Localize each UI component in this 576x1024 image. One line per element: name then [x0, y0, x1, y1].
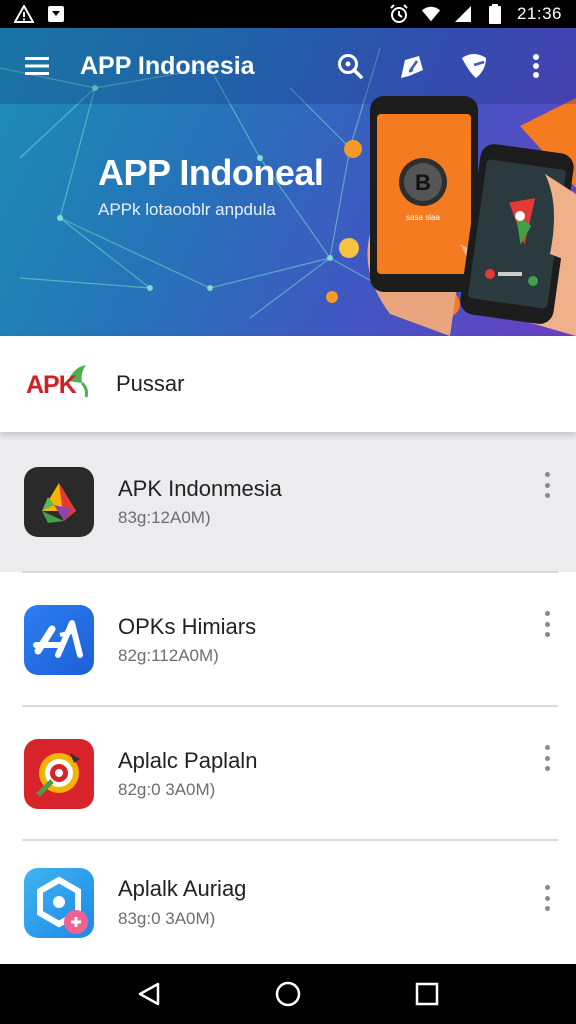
- app-size: 82g:112A0M): [118, 646, 219, 666]
- phone-caption: sasa slaa: [406, 213, 440, 222]
- notification-icon: [46, 5, 66, 23]
- app-title: APP Indonesia: [80, 51, 255, 80]
- status-time: 21:36: [516, 4, 562, 23]
- app-text: Aplalc Paplaln 82g:0 3A0M): [118, 748, 576, 800]
- search-row[interactable]: APK Pussar: [0, 336, 576, 432]
- app-name: Aplalc Paplaln: [118, 747, 258, 773]
- search-label: Pussar: [116, 371, 185, 396]
- list-item[interactable]: Aplalc Paplaln 82g:0 3A0M): [0, 707, 576, 841]
- signal-icon: [453, 5, 473, 23]
- apk-logo: APK: [24, 359, 90, 409]
- list-item[interactable]: Aplalk Auriag 83g:0 3A0M): [0, 841, 576, 964]
- app-text: OPKs Himiars 82g:112A0M): [118, 614, 576, 666]
- app-icon-appstore: [24, 605, 94, 675]
- more-vert-icon[interactable]: [536, 607, 558, 641]
- app-text: Aplalk Auriag 83g:0 3A0M): [118, 876, 576, 928]
- more-vert-icon[interactable]: [516, 46, 556, 86]
- edit-icon[interactable]: [392, 46, 432, 86]
- app-size: 82g:0 3A0M): [118, 780, 216, 800]
- status-left: [14, 5, 66, 23]
- app-size: 83g:0 3A0M): [118, 908, 216, 928]
- app-list: APK Indonmesia 83g:12A0M) OPKs Himiars 8…: [0, 432, 576, 964]
- search-icon[interactable]: [330, 46, 370, 86]
- app-name: Aplalk Auriag: [118, 876, 247, 902]
- screen: 21:36 APP Indonesia APP Indoneal APPk lo…: [0, 0, 576, 1024]
- wifi-icon: [421, 5, 441, 23]
- list-item[interactable]: APK Indonmesia 83g:12A0M): [0, 432, 576, 572]
- app-name: APK Indonmesia: [118, 475, 282, 501]
- app-icon-drive: [24, 467, 94, 537]
- status-right: 21:36: [389, 4, 562, 24]
- phones-illustration: B sasa slaa: [367, 96, 576, 336]
- back-icon[interactable]: [129, 974, 169, 1014]
- apk-logo-text: APK: [26, 371, 77, 399]
- list-item[interactable]: OPKs Himiars 82g:112A0M): [0, 573, 576, 707]
- menu-icon[interactable]: [20, 49, 54, 83]
- shield-icon[interactable]: [454, 46, 494, 86]
- status-bar: 21:36: [0, 0, 576, 28]
- svg-text:B: B: [415, 170, 431, 195]
- battery-icon: [485, 4, 505, 24]
- more-vert-icon[interactable]: [536, 468, 558, 502]
- warning-icon: [14, 5, 34, 23]
- more-vert-icon[interactable]: [536, 881, 558, 915]
- recents-icon[interactable]: [407, 974, 447, 1014]
- app-text: APK Indonmesia 83g:12A0M): [118, 476, 576, 528]
- app-icon-hexagon: [24, 867, 94, 938]
- app-size: 83g:12A0M): [118, 508, 211, 528]
- app-name: OPKs Himiars: [118, 613, 257, 639]
- home-icon[interactable]: [268, 974, 308, 1014]
- banner-title: APP Indoneal: [98, 152, 324, 193]
- more-vert-icon[interactable]: [536, 741, 558, 775]
- alarm-icon: [389, 4, 409, 23]
- banner-subtitle: APPk lotaooblr anpdula: [98, 200, 276, 219]
- nav-bar: [0, 964, 576, 1024]
- app-icon-target: [24, 739, 94, 809]
- hero-banner: APP Indonesia APP Indoneal APPk lotaoobl…: [0, 28, 576, 336]
